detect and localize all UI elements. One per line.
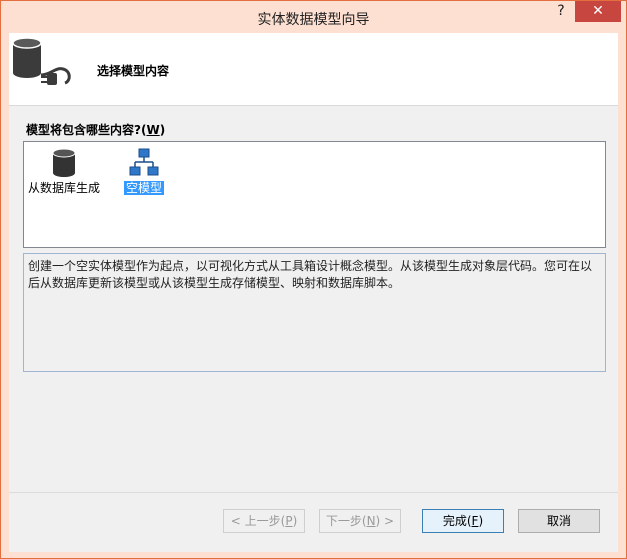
list-item-empty-model[interactable]: 空模型 — [106, 147, 182, 196]
footer-divider — [9, 492, 618, 493]
empty-model-icon — [129, 148, 159, 176]
description-text: 创建一个空实体模型作为起点，以可视化方式从工具箱设计概念模型。从该模型生成对象层… — [23, 253, 606, 372]
next-button[interactable]: 下一步(N) > — [319, 509, 401, 533]
list-item-label: 空模型 — [123, 181, 164, 195]
wizard-window: 实体数据模型向导 ? ✕ 选择模型内容 模型将包含哪些内容?(W) 从数据库生成… — [0, 0, 627, 559]
window-title: 实体数据模型向导 — [257, 12, 370, 28]
model-contents-list[interactable]: 从数据库生成 空模型 — [23, 141, 606, 248]
database-icon — [52, 148, 76, 177]
close-button[interactable]: ✕ — [575, 1, 621, 22]
header-divider — [9, 105, 618, 106]
list-item-generate-from-database[interactable]: 从数据库生成 — [26, 147, 102, 196]
help-button[interactable]: ? — [551, 3, 571, 23]
page-title: 选择模型内容 — [97, 64, 170, 78]
title-bar[interactable]: 实体数据模型向导 ? ✕ — [1, 1, 626, 33]
cancel-button[interactable]: 取消 — [518, 509, 600, 533]
finish-button[interactable]: 完成(F) — [422, 509, 504, 533]
database-plug-icon — [12, 37, 71, 85]
list-item-label: 从数据库生成 — [27, 181, 100, 195]
wizard-header: 选择模型内容 — [9, 33, 618, 105]
wizard-client-area: 选择模型内容 模型将包含哪些内容?(W) 从数据库生成 空模型 创建一个空实体模… — [9, 33, 618, 552]
content-prompt-label: 模型将包含哪些内容?(W) — [26, 123, 166, 137]
previous-button[interactable]: < 上一步(P) — [223, 509, 305, 533]
